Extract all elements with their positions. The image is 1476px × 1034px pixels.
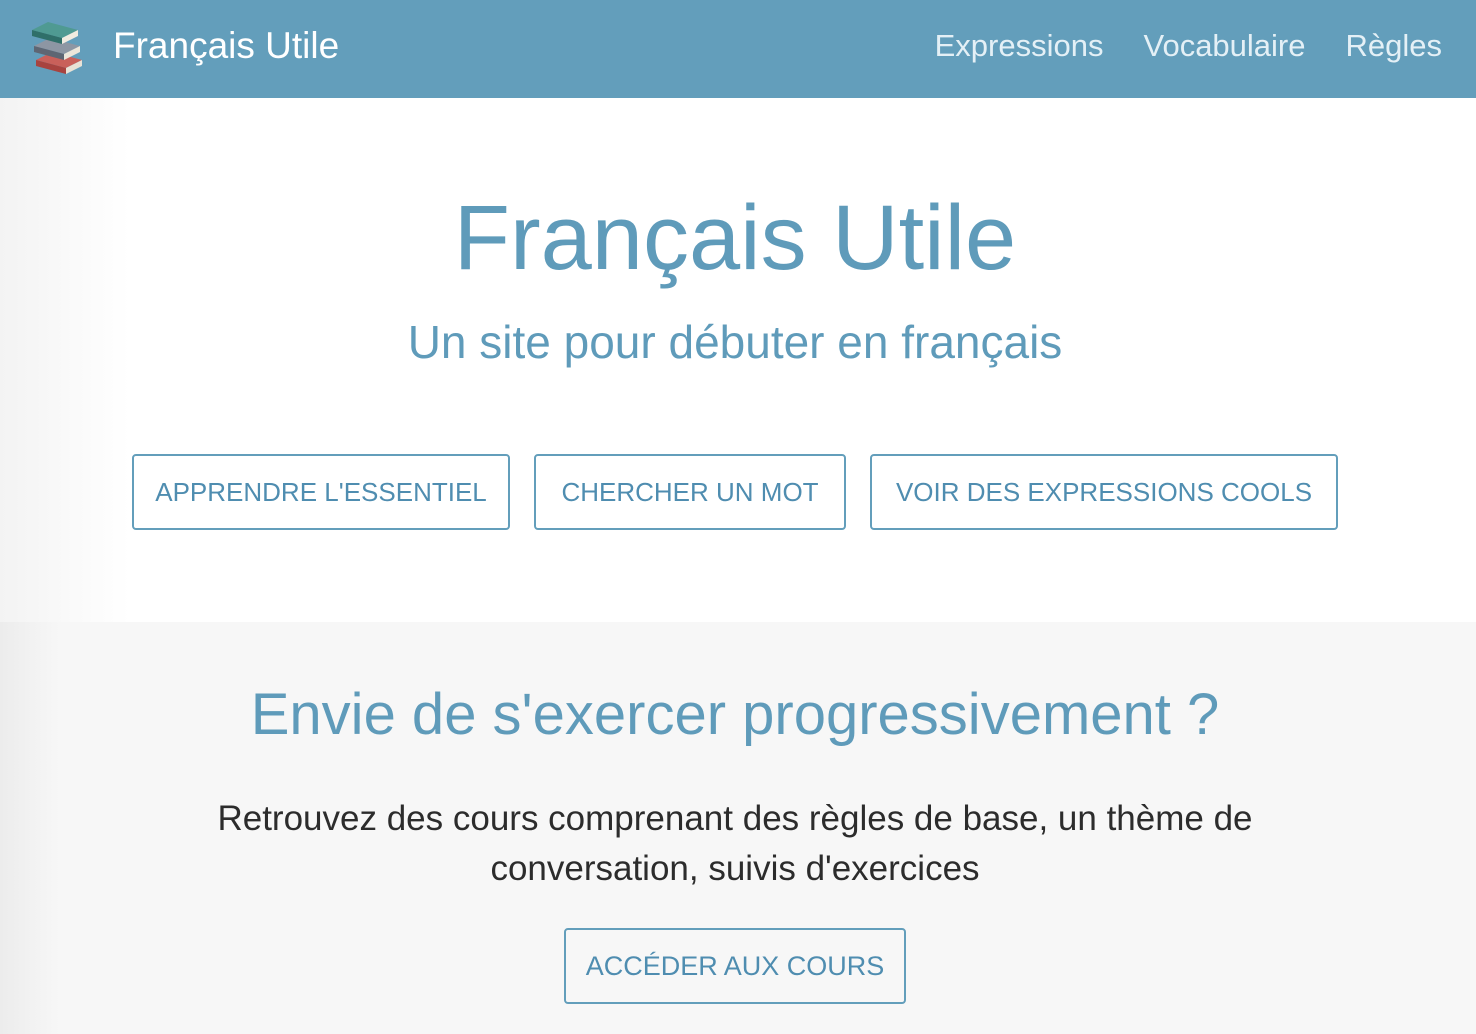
practice-title: Envie de s'exercer progressivement ? — [250, 682, 1220, 747]
brand-title[interactable]: Français Utile — [113, 22, 339, 70]
hero-section: Français Utile Un site pour débuter en f… — [0, 98, 1476, 622]
nav-links: Expressions Vocabulaire Règles — [935, 22, 1442, 70]
practice-description: Retrouvez des cours comprenant des règle… — [217, 799, 1253, 888]
see-expressions-button[interactable]: VOIR DES EXPRESSIONS COOLS — [870, 454, 1338, 530]
practice-section: Envie de s'exercer progressivement ? Ret… — [0, 622, 1476, 1034]
hero-title: Français Utile — [453, 187, 1017, 289]
nav-link-expressions[interactable]: Expressions — [935, 28, 1104, 64]
books-icon[interactable] — [30, 16, 86, 78]
nav-link-vocabulaire[interactable]: Vocabulaire — [1143, 28, 1305, 64]
search-word-button[interactable]: CHERCHER UN MOT — [534, 454, 846, 530]
access-courses-button[interactable]: ACCÉDER AUX COURS — [564, 928, 906, 1004]
hero-subtitle: Un site pour débuter en français — [407, 316, 1063, 368]
learn-essentials-button[interactable]: APPRENDRE L'ESSENTIEL — [132, 454, 510, 530]
navbar: Français Utile Expressions Vocabulaire R… — [0, 0, 1476, 98]
nav-link-regles[interactable]: Règles — [1346, 28, 1443, 64]
